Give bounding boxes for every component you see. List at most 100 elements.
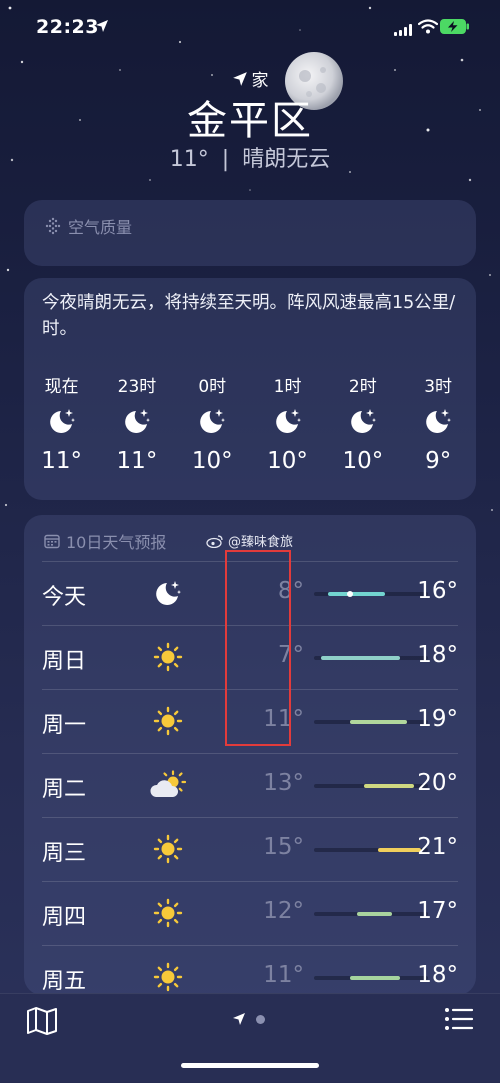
temp-range-bar xyxy=(328,592,386,596)
page-indicator[interactable] xyxy=(232,1012,265,1026)
sun-icon xyxy=(148,831,188,867)
wifi-icon xyxy=(417,19,439,38)
air-quality-icon xyxy=(45,217,61,235)
hour-item: 0时 10° xyxy=(175,372,250,474)
sun-icon xyxy=(148,959,188,995)
hour-item: 现在 11° xyxy=(24,372,99,474)
map-icon[interactable] xyxy=(26,1006,58,1040)
day-label: 今天 xyxy=(42,585,87,610)
sun-icon xyxy=(148,703,188,739)
temp-range-track xyxy=(314,912,428,916)
temp-range-track xyxy=(314,976,428,980)
city-list-icon[interactable] xyxy=(444,1006,474,1036)
divider: | xyxy=(221,147,230,172)
home-indicator xyxy=(181,1063,319,1068)
air-quality-title: 空气质量 xyxy=(68,218,133,237)
low-temp-highlight-box xyxy=(225,550,291,746)
high-temp: 16° xyxy=(417,578,458,604)
day-label: 周日 xyxy=(42,649,87,674)
calendar-icon xyxy=(44,534,60,549)
cellular-signal-icon xyxy=(394,21,412,40)
hour-label: 3时 xyxy=(424,377,453,397)
temp-range-track xyxy=(314,784,428,788)
daily-forecast-header: 10日天气预报 xyxy=(44,529,166,553)
temp-range-track xyxy=(314,591,428,597)
hourly-list[interactable]: 现在 11° 23时 11° 0时 10° 1时 10° 2时 10° 3时 9° xyxy=(24,372,476,474)
watermark: @臻味食旅 xyxy=(206,531,293,550)
air-quality-header: 空气质量 xyxy=(44,214,132,238)
daily-row[interactable]: 周四 12° 17° xyxy=(42,881,476,945)
daily-forecast-title: 10日天气预报 xyxy=(66,533,167,552)
hour-item: 1时 10° xyxy=(250,372,325,474)
hourly-forecast-card[interactable]: 今夜晴朗无云，将持续至天明。阵风风速最高15公里/时。 现在 11° 23时 11° 0… xyxy=(24,278,476,500)
hour-label: 2时 xyxy=(348,377,377,397)
day-label: 周四 xyxy=(42,905,87,930)
current-temp: 11° xyxy=(169,147,209,172)
daily-row[interactable]: 周三 15° 21° xyxy=(42,817,476,881)
hour-temp: 10° xyxy=(267,448,308,474)
temp-range-bar xyxy=(321,656,400,660)
day-label: 周三 xyxy=(42,841,87,866)
hour-temp: 11° xyxy=(116,448,158,474)
air-quality-card[interactable]: 空气质量 xyxy=(24,200,476,266)
location-services-icon xyxy=(95,18,109,37)
hour-item: 2时 10° xyxy=(325,372,400,474)
day-label: 周二 xyxy=(42,777,87,802)
hour-label: 0时 xyxy=(198,377,227,397)
temp-range-bar xyxy=(349,720,407,724)
status-bar: 22:23 xyxy=(0,0,500,56)
low-temp: 13° xyxy=(263,770,304,796)
page-dot xyxy=(256,1014,265,1024)
moon-stars-icon xyxy=(325,398,400,444)
hour-label: 23时 xyxy=(117,377,157,397)
daily-row[interactable]: 周二 13° 20° xyxy=(42,753,476,817)
current-location-page-icon xyxy=(233,1013,245,1025)
hour-item: 3时 9° xyxy=(400,372,475,474)
current-conditions: 11° | 晴朗无云 xyxy=(0,141,500,173)
moon-stars-icon xyxy=(99,398,174,444)
row-divider xyxy=(42,881,458,882)
weibo-icon xyxy=(206,534,223,548)
high-temp: 17° xyxy=(417,898,458,924)
low-temp: 15° xyxy=(263,834,304,860)
cloud-sun-icon xyxy=(148,767,188,803)
row-divider xyxy=(42,753,458,754)
watermark-text: @臻味食旅 xyxy=(228,535,294,550)
temp-range-track xyxy=(314,848,428,852)
row-divider xyxy=(42,945,458,946)
sun-icon xyxy=(148,639,188,675)
hour-label: 1时 xyxy=(273,377,302,397)
high-temp: 18° xyxy=(417,962,458,988)
high-temp: 20° xyxy=(417,770,458,796)
moon-stars-icon xyxy=(148,575,188,611)
temp-range-bar xyxy=(356,912,393,916)
high-temp: 18° xyxy=(417,642,458,668)
day-label: 周一 xyxy=(42,713,87,738)
high-temp: 19° xyxy=(417,706,458,732)
moon-stars-icon xyxy=(400,398,475,444)
battery-charging-icon xyxy=(440,19,470,38)
bottom-toolbar xyxy=(0,993,500,1083)
hour-temp: 10° xyxy=(342,448,384,474)
hour-temp: 9° xyxy=(425,448,452,474)
moon-stars-icon xyxy=(175,398,250,444)
high-temp: 21° xyxy=(417,834,458,860)
temp-range-bar xyxy=(378,848,421,852)
temp-range-bar xyxy=(349,976,400,980)
hour-label: 现在 xyxy=(44,377,79,397)
moon-stars-icon xyxy=(250,398,325,444)
low-temp: 12° xyxy=(263,898,304,924)
forecast-summary: 今夜晴朗无云，将持续至天明。阵风风速最高15公里/时。 xyxy=(42,293,456,339)
hour-temp: 11° xyxy=(41,448,83,474)
hour-temp: 10° xyxy=(191,448,233,474)
day-label: 周五 xyxy=(42,969,87,994)
hour-item: 23时 11° xyxy=(99,372,174,474)
low-temp: 11° xyxy=(263,962,304,988)
temp-range-track xyxy=(314,720,428,724)
sun-icon xyxy=(148,895,188,931)
status-time: 22:23 xyxy=(36,16,99,38)
current-temp-dot xyxy=(346,591,353,597)
city-name: 金平区 xyxy=(187,98,313,144)
row-divider xyxy=(42,817,458,818)
temp-range-track xyxy=(314,656,428,660)
